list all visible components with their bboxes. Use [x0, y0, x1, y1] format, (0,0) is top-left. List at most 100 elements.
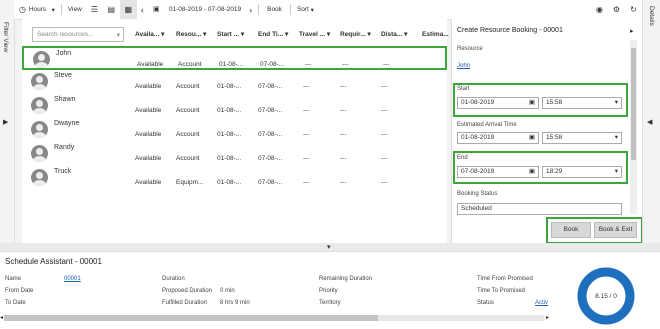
- gear-icon[interactable]: ⚙: [608, 0, 625, 19]
- duration-donut: 8.15 / 0: [577, 267, 635, 325]
- calendar-icon[interactable]: ▣: [148, 0, 165, 19]
- table-row[interactable]: Truck Available Equipm... 01-08-... 07-0…: [22, 166, 447, 190]
- cell-distance: ---: [383, 61, 390, 68]
- cell-type: Equipm...: [176, 179, 204, 186]
- table-row[interactable]: Randy Available Account 01-08-... 07-08-…: [22, 142, 447, 166]
- cell-required: ---: [340, 179, 347, 186]
- cell-travel: ---: [303, 131, 310, 138]
- hours-dropdown[interactable]: ◷ Hours ▾: [14, 0, 59, 19]
- cell-distance: ---: [381, 107, 388, 114]
- cell-distance: ---: [381, 155, 388, 162]
- cell-distance: ---: [381, 131, 388, 138]
- arrival-date-field[interactable]: 01-08-2019 ▣: [457, 132, 539, 144]
- filter-view-rail[interactable]: Filter View ▶: [0, 0, 15, 243]
- collapse-details-icon[interactable]: ◀: [647, 118, 652, 126]
- start-time-field[interactable]: 15:58 ▾: [542, 97, 622, 109]
- eye-icon[interactable]: ◉: [591, 0, 608, 19]
- resource-name: Steve: [54, 72, 72, 79]
- scroll-right-icon[interactable]: ▸: [546, 314, 549, 321]
- cell-required: ---: [340, 83, 347, 90]
- status-label: Status: [477, 300, 495, 306]
- end-date-field[interactable]: 07-08-2019 ▣: [457, 166, 539, 178]
- cell-type: Account: [178, 61, 202, 68]
- divider: [289, 4, 291, 15]
- splitter-toggle-icon[interactable]: ▾: [327, 243, 331, 251]
- table-row[interactable]: Dwayne Available Account 01-08-... 07-08…: [22, 118, 447, 142]
- start-label: Start: [457, 86, 470, 92]
- next-icon[interactable]: ›: [245, 0, 256, 19]
- cell-end: 07-08-...: [258, 179, 283, 186]
- avatar: [31, 145, 48, 162]
- col-start-time[interactable]: Start ... ▾: [217, 27, 244, 42]
- end-time-field[interactable]: 18:29 ▾: [542, 166, 622, 178]
- resource-name: Randy: [54, 144, 75, 151]
- refresh-icon[interactable]: ↻: [625, 0, 642, 19]
- table-row[interactable]: Steve Available Account 01-08-... 07-08-…: [22, 70, 447, 94]
- collapse-panel-icon[interactable]: ▸: [630, 27, 634, 35]
- remaining-duration-label: Remaining Duration: [319, 276, 373, 282]
- chevron-down-icon: ▾: [614, 99, 618, 106]
- cell-availability: Available: [135, 179, 162, 186]
- resource-link[interactable]: John: [457, 63, 470, 69]
- col-resource-type[interactable]: Resou... ▾: [176, 27, 206, 42]
- from-date-label: From Date: [5, 288, 34, 294]
- list-view-icon[interactable]: ☰: [86, 0, 103, 19]
- scroll-left-icon[interactable]: ◂: [0, 314, 3, 321]
- cell-distance: ---: [381, 179, 388, 186]
- status-link[interactable]: Activ: [535, 300, 548, 306]
- fulfilled-duration-value: 8 hrs 9 min: [220, 300, 250, 306]
- calendar-icon: ▣: [528, 134, 535, 141]
- panel-scroll-thumb[interactable]: [631, 48, 636, 160]
- avatar: [31, 97, 48, 114]
- col-estimated[interactable]: Estima...: [422, 27, 449, 42]
- col-travel[interactable]: Travel ... ▾: [299, 27, 330, 42]
- chevron-down-icon: ▾: [614, 134, 618, 141]
- start-date-field[interactable]: 01-08-2019 ▣: [457, 97, 539, 109]
- cell-availability: Available: [135, 155, 162, 162]
- divider: [258, 4, 260, 15]
- view-label: View: [67, 6, 82, 13]
- details-label[interactable]: Details: [648, 6, 655, 26]
- book-button[interactable]: Book: [551, 222, 591, 238]
- panel-title: Create Resource Booking - 00001: [457, 27, 563, 34]
- cell-type: Account: [176, 131, 200, 138]
- book-exit-button[interactable]: Book & Exit: [594, 222, 637, 238]
- filter-view-label[interactable]: Filter View: [2, 22, 9, 52]
- chevron-down-icon: ▾: [116, 32, 120, 39]
- table-view-icon[interactable]: ▤: [103, 0, 120, 19]
- resource-name: John: [56, 50, 72, 57]
- assistant-title: Schedule Assistant - 00001: [5, 257, 102, 266]
- chevron-down-icon: ▾: [310, 6, 314, 14]
- col-end-time[interactable]: End Ti... ▾: [258, 27, 288, 42]
- col-availability[interactable]: Availa... ▾: [135, 27, 164, 42]
- search-input[interactable]: Search resources... ▾: [32, 27, 124, 42]
- avatar: [31, 73, 48, 90]
- sort-dropdown[interactable]: Sort ▾: [293, 0, 318, 19]
- col-distance[interactable]: Dista... ▾: [381, 27, 407, 42]
- cell-availability: Available: [135, 83, 162, 90]
- cell-required: ---: [340, 131, 347, 138]
- grid-view-icon[interactable]: ▦: [119, 0, 137, 19]
- horizontal-scroll-thumb[interactable]: [4, 315, 378, 321]
- details-rail[interactable]: Details ◀: [642, 0, 660, 243]
- cell-end: 07-08-...: [258, 131, 283, 138]
- priority-label: Priority: [319, 288, 338, 294]
- name-link[interactable]: 00001: [64, 276, 81, 282]
- cell-travel: ---: [303, 179, 310, 186]
- time-to-promised-label: Time To Promised: [477, 288, 526, 294]
- table-row[interactable]: Shawn Available Account 01-08-... 07-08-…: [22, 94, 447, 118]
- cell-start: 01-08-...: [217, 179, 242, 186]
- resource-label: Resource: [457, 46, 483, 52]
- book-button[interactable]: Book: [261, 0, 288, 19]
- booking-status-select[interactable]: Scheduled: [457, 203, 622, 215]
- date-range: 01-08-2019 - 07-08-2019: [168, 6, 242, 13]
- expand-filter-icon[interactable]: ▶: [3, 118, 8, 126]
- cell-type: Account: [176, 155, 200, 162]
- duration-label: Duration: [162, 276, 185, 282]
- toolbar: ◷ Hours ▾ View ☰ ▤ ▦ ‹ ▣ 01-08-2019 - 07…: [14, 0, 642, 20]
- table-row[interactable]: John Available Account 01-08-... 07-08-.…: [22, 46, 447, 70]
- previous-icon[interactable]: ‹: [137, 0, 148, 19]
- arrival-time-field[interactable]: 15:58 ▾: [542, 132, 622, 144]
- col-required[interactable]: Requir... ▾: [340, 27, 371, 42]
- cell-required: ---: [340, 107, 347, 114]
